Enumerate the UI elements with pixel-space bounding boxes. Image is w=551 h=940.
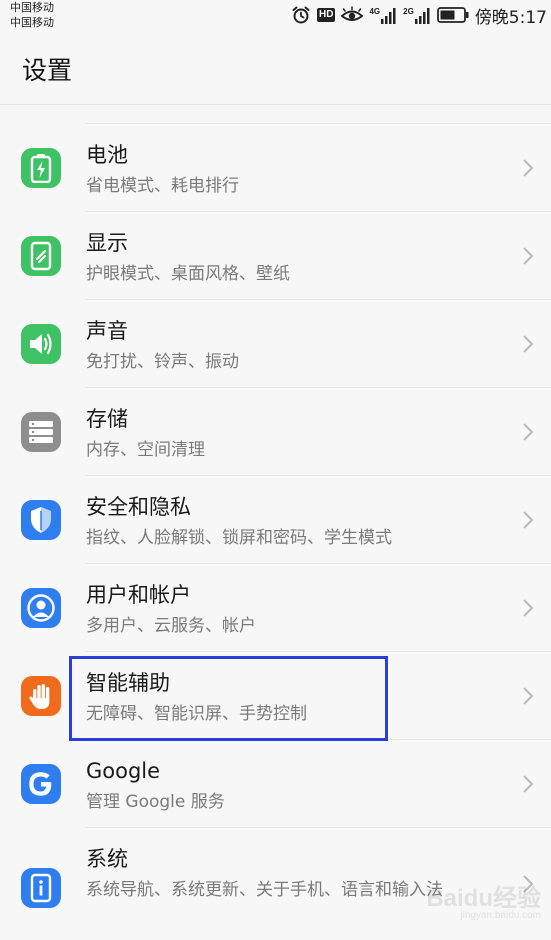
signal-icon-2: 2G [403,6,431,24]
settings-item-battery[interactable]: 电池 省电模式、耗电排行 [0,124,551,212]
item-subtitle: 指纹、人脸解锁、锁屏和密码、学生模式 [86,528,392,548]
settings-item-smart-assistance[interactable]: 智能辅助 无障碍、智能识屏、手势控制 [0,652,551,740]
chevron-right-icon [523,687,534,705]
chevron-right-icon [523,599,534,617]
item-subtitle: 多用户、云服务、帐户 [86,616,256,636]
display-icon [21,236,61,276]
settings-item-security-privacy[interactable]: 安全和隐私 指纹、人脸解锁、锁屏和密码、学生模式 [0,476,551,564]
item-title: 电池 [86,143,128,167]
google-icon [21,764,61,804]
carrier-1: 中国移动 [10,1,54,14]
settings-list: 电池 省电模式、耗电排行 显示 护眼模式、桌面风格、壁纸 声音 免打扰、铃声、振… [0,124,551,936]
watermark: Baidu经验 jingyan.baidu.com [426,885,541,922]
header-divider [0,104,551,105]
item-title: Google [86,759,161,783]
chevron-right-icon [523,511,534,529]
item-title: 智能辅助 [86,671,170,695]
shield-icon [21,500,61,540]
settings-item-storage[interactable]: 存储 内存、空间清理 [0,388,551,476]
network-type-2: 2G [403,7,414,16]
speaker-icon [21,324,61,364]
item-subtitle: 无障碍、智能识屏、手势控制 [86,704,307,724]
battery-icon [21,148,61,188]
chevron-right-icon [523,775,534,793]
chevron-right-icon [523,335,534,353]
signal-icon-1: 4G [369,6,397,24]
watermark-brand: Baidu经验 [426,885,541,912]
settings-item-display[interactable]: 显示 护眼模式、桌面风格、壁纸 [0,212,551,300]
status-icons: HD 4G 2G 傍晚5:17 [291,3,547,28]
chevron-right-icon [523,159,534,177]
item-subtitle: 内存、空间清理 [86,440,205,460]
settings-item-sound[interactable]: 声音 免打扰、铃声、振动 [0,300,551,388]
status-bar: 中国移动 中国移动 HD 4G 2G 傍晚5:17 [0,0,551,32]
item-title: 显示 [86,231,128,255]
storage-icon [21,412,61,452]
item-subtitle: 护眼模式、桌面风格、壁纸 [86,264,290,284]
item-title: 声音 [86,319,128,343]
settings-item-users-accounts[interactable]: 用户和帐户 多用户、云服务、帐户 [0,564,551,652]
alarm-icon [291,5,311,25]
eye-comfort-icon [341,6,364,24]
chevron-right-icon [523,423,534,441]
item-subtitle: 管理 Google 服务 [86,792,225,812]
item-title: 存储 [86,407,128,431]
clock: 傍晚5:17 [474,7,547,28]
network-type-1: 4G [369,7,381,16]
user-icon [21,588,61,628]
system-info-icon [21,868,61,908]
hand-icon [21,676,61,716]
item-title: 安全和隐私 [86,495,191,519]
chevron-right-icon [523,247,534,265]
carrier-labels: 中国移动 中国移动 [10,0,54,30]
settings-item-google[interactable]: Google 管理 Google 服务 [0,740,551,828]
item-title: 系统 [86,847,128,871]
item-subtitle: 免打扰、铃声、振动 [86,352,239,372]
hd-icon: HD [317,8,336,22]
carrier-2: 中国移动 [10,16,54,29]
page-title: 设置 [22,56,73,85]
item-title: 用户和帐户 [86,583,191,607]
item-subtitle: 省电模式、耗电排行 [86,176,239,196]
battery-status-icon [436,7,469,23]
